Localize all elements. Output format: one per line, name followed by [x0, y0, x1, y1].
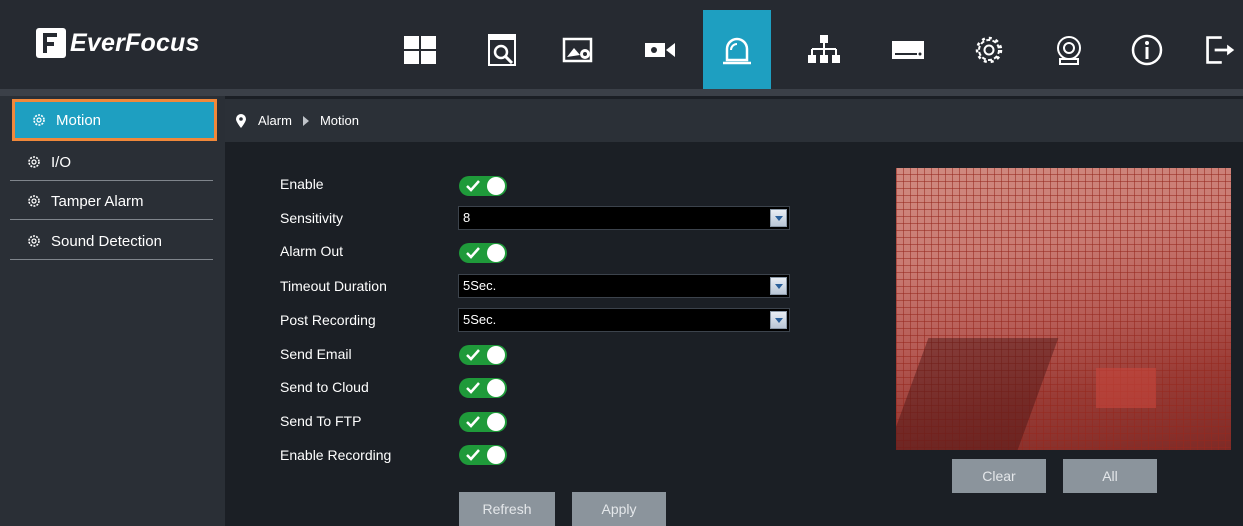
enable-recording-toggle[interactable] [459, 445, 507, 465]
apply-button[interactable]: Apply [572, 492, 666, 526]
topbar-divider [0, 89, 1243, 96]
chevron-down-icon[interactable] [770, 311, 787, 329]
gear-icon [28, 156, 40, 168]
sidebar-item-io[interactable]: I/O [10, 144, 213, 181]
logo-mark-icon [36, 28, 66, 58]
send-email-toggle[interactable] [459, 345, 507, 365]
breadcrumb-section[interactable]: Alarm [258, 113, 292, 128]
sidebar-item-label: Tamper Alarm [51, 192, 144, 210]
sidebar-item-sound-detection[interactable]: Sound Detection [10, 223, 213, 260]
storage-icon[interactable] [874, 10, 942, 90]
check-icon [466, 382, 480, 394]
alarm-out-toggle[interactable] [459, 243, 507, 263]
send-to-cloud-label: Send to Cloud [280, 379, 369, 395]
send-to-cloud-toggle[interactable] [459, 378, 507, 398]
breadcrumb-page: Motion [319, 113, 359, 128]
check-icon [466, 180, 480, 192]
sidebar-item-label: I/O [51, 153, 72, 171]
sidebar-item-motion[interactable]: Motion [12, 99, 217, 141]
gear-icon [28, 235, 40, 247]
check-icon [466, 449, 480, 461]
top-navigation-bar: EverFocus [0, 0, 1243, 90]
chevron-down-icon[interactable] [770, 277, 787, 295]
playback-search-icon[interactable] [469, 10, 537, 90]
live-view-icon[interactable] [386, 10, 454, 90]
check-icon [466, 349, 480, 361]
chevron-down-icon[interactable] [770, 209, 787, 227]
sidebar-item-label: Sound Detection [51, 232, 162, 250]
sensitivity-value: 8 [463, 210, 471, 225]
info-icon[interactable] [1113, 10, 1181, 90]
breadcrumb-separator-icon [302, 115, 309, 126]
record-icon[interactable] [626, 10, 694, 90]
motion-area-grid[interactable] [896, 168, 1231, 450]
select-all-button[interactable]: All [1063, 459, 1157, 493]
sidebar: Motion I/O Tamper Alarm Sound Detection [0, 96, 225, 526]
send-to-ftp-label: Send To FTP [280, 413, 362, 429]
send-email-label: Send Email [280, 346, 352, 362]
check-icon [466, 416, 480, 428]
brand-name: EverFocus [70, 28, 200, 57]
gear-icon [33, 114, 45, 126]
clear-button[interactable]: Clear [952, 459, 1046, 493]
network-icon[interactable] [790, 10, 858, 90]
sensitivity-select[interactable]: 8 [458, 206, 790, 230]
timeout-duration-value: 5Sec. [463, 278, 497, 293]
everfocus-logo: EverFocus [36, 26, 200, 60]
refresh-button[interactable]: Refresh [459, 492, 555, 526]
location-pin-icon [236, 113, 246, 128]
logout-icon[interactable] [1194, 10, 1243, 90]
maintenance-icon[interactable] [1035, 10, 1103, 90]
sidebar-item-tamper-alarm[interactable]: Tamper Alarm [10, 183, 213, 220]
check-icon [466, 247, 480, 259]
sidebar-item-label: Motion [56, 111, 102, 129]
post-recording-label: Post Recording [280, 312, 376, 328]
alarm-icon[interactable] [703, 10, 771, 90]
timeout-duration-label: Timeout Duration [280, 278, 387, 294]
post-recording-value: 5Sec. [463, 312, 497, 327]
send-to-ftp-toggle[interactable] [459, 412, 507, 432]
breadcrumb: Alarm Motion [225, 99, 1243, 142]
gear-icon [28, 195, 40, 207]
timeout-duration-select[interactable]: 5Sec. [458, 274, 790, 298]
enable-label: Enable [280, 176, 324, 192]
system-settings-icon[interactable] [955, 10, 1023, 90]
main-content: Alarm Motion Enable Sensitivity 8 Alarm … [225, 96, 1243, 526]
sensitivity-label: Sensitivity [280, 210, 344, 226]
alarm-out-label: Alarm Out [280, 243, 344, 259]
post-recording-select[interactable]: 5Sec. [458, 308, 790, 332]
image-settings-icon[interactable] [545, 10, 613, 90]
enable-toggle[interactable] [459, 176, 507, 196]
enable-recording-label: Enable Recording [280, 447, 392, 463]
